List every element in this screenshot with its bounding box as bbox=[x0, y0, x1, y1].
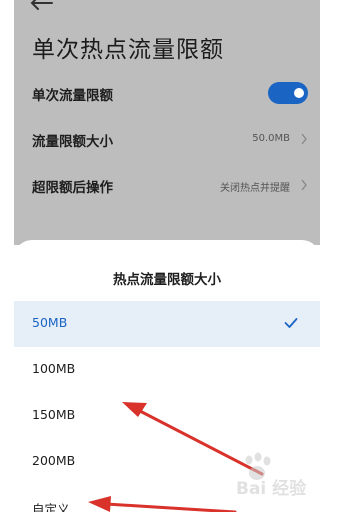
option-label: 100MB bbox=[32, 361, 76, 376]
chevron-right-icon bbox=[301, 133, 307, 145]
row-label: 单次流量限额 bbox=[32, 88, 113, 104]
chevron-right-icon bbox=[301, 179, 307, 191]
limit-toggle[interactable] bbox=[268, 82, 308, 104]
option-100mb[interactable]: 100MB bbox=[14, 347, 320, 393]
option-label: 200MB bbox=[32, 453, 76, 468]
baidu-watermark: Bai 经验 bbox=[216, 452, 326, 500]
page-title: 单次热点流量限额 bbox=[32, 37, 224, 63]
option-150mb[interactable]: 150MB bbox=[14, 393, 320, 439]
option-label: 自定义 bbox=[32, 502, 70, 512]
check-icon bbox=[284, 318, 298, 328]
toggle-knob bbox=[294, 88, 304, 98]
option-label: 50MB bbox=[32, 315, 68, 330]
phone-screen: 单次热点流量限额 单次流量限额 流量限额大小 50.0MB 超限额后操作 关闭热… bbox=[14, 0, 320, 512]
sheet-title: 热点流量限额大小 bbox=[113, 272, 221, 288]
row-label: 流量限额大小 bbox=[32, 134, 113, 150]
settings-page: 单次热点流量限额 单次流量限额 流量限额大小 50.0MB 超限额后操作 关闭热… bbox=[14, 0, 320, 245]
back-arrow-icon[interactable] bbox=[30, 0, 54, 10]
option-50mb[interactable]: 50MB bbox=[14, 301, 320, 347]
row-value: 50.0MB bbox=[252, 133, 290, 144]
option-label: 150MB bbox=[32, 407, 76, 422]
row-limit-size[interactable]: 流量限额大小 50.0MB bbox=[32, 128, 308, 152]
row-label: 超限额后操作 bbox=[32, 180, 113, 196]
row-over-limit-action[interactable]: 超限额后操作 关闭热点并提醒 bbox=[32, 174, 308, 198]
row-value: 关闭热点并提醒 bbox=[220, 183, 290, 194]
watermark-text: Bai 经验 bbox=[236, 479, 307, 499]
row-single-limit-toggle[interactable]: 单次流量限额 bbox=[32, 82, 308, 106]
